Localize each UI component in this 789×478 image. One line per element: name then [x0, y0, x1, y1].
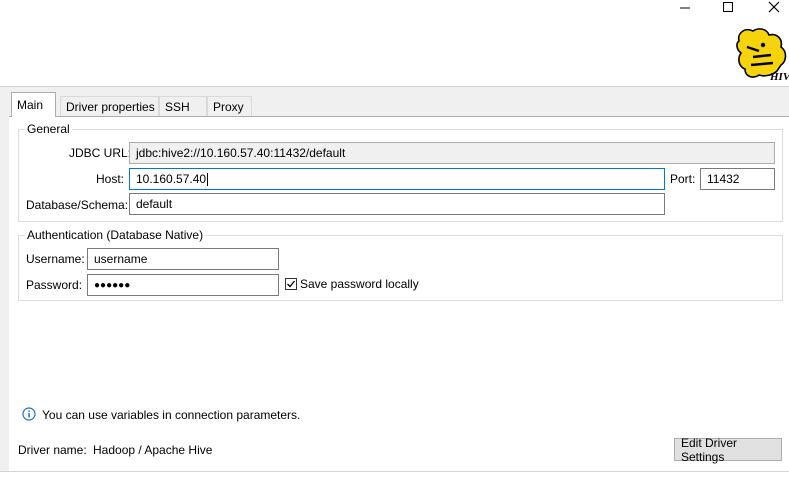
- edit-driver-settings-button[interactable]: Edit Driver Settings: [674, 436, 782, 464]
- close-button[interactable]: [760, 0, 788, 14]
- general-legend: General: [27, 122, 70, 136]
- host-label: Host:: [96, 172, 125, 186]
- maximize-icon: [723, 2, 733, 12]
- port-label: Port:: [670, 172, 696, 186]
- password-label: Password:: [26, 278, 83, 292]
- authentication-legend: Authentication (Database Native): [27, 228, 204, 242]
- password-input[interactable]: ●●●●●●: [87, 274, 279, 296]
- minimize-icon: [680, 7, 690, 9]
- minimize-button[interactable]: [671, 0, 699, 14]
- jdbc-url-label: JDBC URL:: [69, 146, 132, 160]
- username-input[interactable]: username: [87, 248, 279, 270]
- maximize-button[interactable]: [714, 0, 742, 14]
- info-text: You can use variables in connection para…: [42, 408, 301, 422]
- tab-ssh[interactable]: SSH: [159, 96, 207, 116]
- host-input[interactable]: 10.160.57.40: [129, 168, 665, 190]
- close-icon: [768, 1, 780, 13]
- hive-logo-icon: HIVE: [736, 28, 789, 83]
- svg-text:HIVE: HIVE: [769, 71, 789, 83]
- save-password-checkbox[interactable]: [285, 278, 297, 290]
- username-label: Username:: [26, 252, 85, 266]
- driver-name-label: Driver name:: [18, 443, 87, 457]
- driver-name-value: Hadoop / Apache Hive: [93, 443, 213, 457]
- hive-logo: HIVE: [733, 25, 789, 83]
- tab-main[interactable]: Main: [11, 92, 56, 117]
- jdbc-url-field[interactable]: jdbc:hive2://10.160.57.40:11432/default: [129, 142, 775, 164]
- checkmark-icon: [287, 280, 296, 288]
- tab-driver-properties[interactable]: Driver properties: [60, 96, 159, 116]
- database-schema-label: Database/Schema:: [26, 198, 129, 212]
- database-schema-input[interactable]: default: [129, 193, 665, 215]
- info-icon: [22, 407, 36, 421]
- tab-proxy[interactable]: Proxy: [207, 96, 252, 116]
- save-password-label[interactable]: Save password locally: [300, 277, 419, 291]
- port-input[interactable]: 11432: [700, 168, 775, 190]
